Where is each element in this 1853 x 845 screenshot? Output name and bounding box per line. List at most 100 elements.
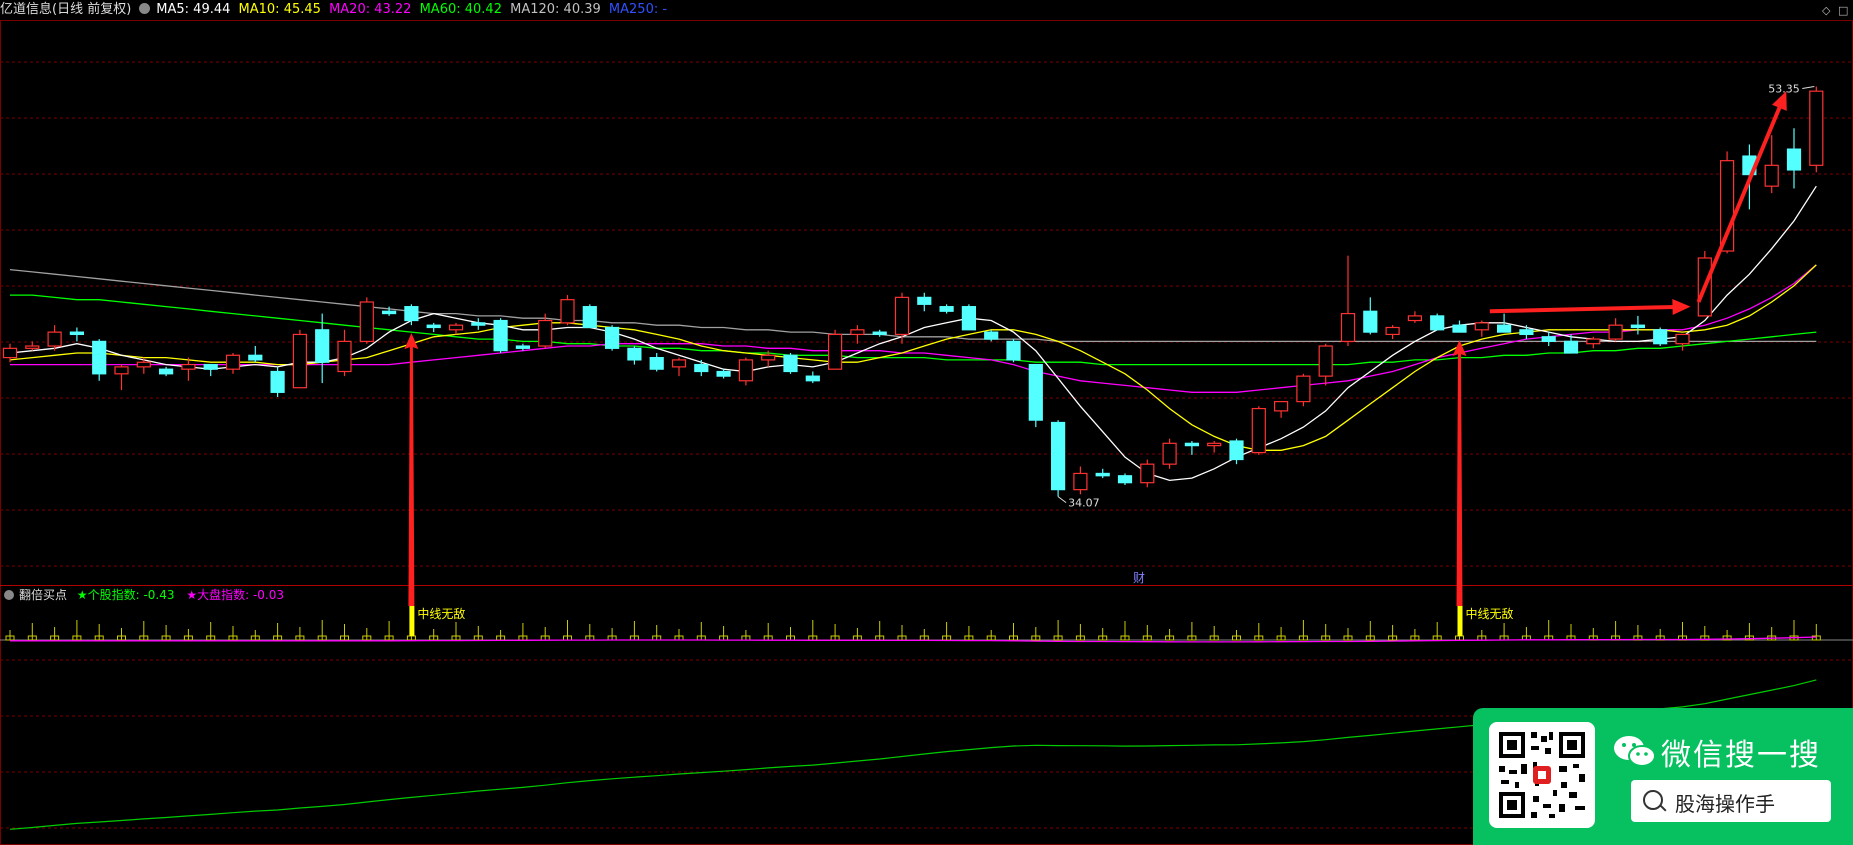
diamond-icon[interactable]: ◇ xyxy=(1822,4,1830,17)
candle-body xyxy=(69,331,85,336)
high-price-pointer xyxy=(1802,86,1815,90)
qr-code-icon xyxy=(1489,722,1595,828)
candle-body xyxy=(1229,440,1244,461)
market-index-line xyxy=(10,636,1817,643)
ma20-label: MA20: 43.22 xyxy=(329,2,412,17)
low-price-label: 34.07 xyxy=(1068,497,1100,510)
window-restore-icon[interactable]: □ xyxy=(1838,4,1848,17)
candle-body xyxy=(1630,324,1646,329)
candle-body xyxy=(1430,315,1445,331)
candle-body xyxy=(471,322,486,326)
cai-marker: 财 xyxy=(1133,571,1145,585)
stock-index-label: ★个股指数: -0.43 xyxy=(76,588,175,602)
candle-body xyxy=(25,345,40,349)
wechat-search-banner: 微信搜一搜 股海操作手 xyxy=(1473,708,1853,845)
candle-body xyxy=(292,333,307,389)
trend-arrow-flat xyxy=(1489,304,1677,314)
ma5-label: MA5: 49.44 xyxy=(156,2,231,17)
candle-body xyxy=(1563,340,1579,354)
candle-body xyxy=(315,329,330,363)
header-bar: 亿道信息(日线 前复权) MA5: 49.44 MA10: 45.45 MA20:… xyxy=(0,0,1853,20)
candle-body xyxy=(159,368,174,375)
indicator-name[interactable]: 翻倍买点 xyxy=(19,588,67,602)
candle-body xyxy=(1474,322,1489,331)
candle-body xyxy=(827,333,843,370)
candle-body xyxy=(872,331,887,336)
candle-body xyxy=(92,340,107,375)
candle-body xyxy=(47,331,62,347)
stock-title[interactable]: 亿道信息(日线 前复权) xyxy=(0,2,131,17)
candle-body xyxy=(114,366,129,375)
candle-body xyxy=(671,359,687,368)
candle-body xyxy=(1028,363,1043,421)
candle-body xyxy=(1586,338,1601,345)
candle-body xyxy=(961,306,977,331)
candle-body xyxy=(1162,442,1177,465)
candle-body xyxy=(738,359,754,382)
signal-label: 中线无敌 xyxy=(417,606,465,621)
trend-arrow-flat-head xyxy=(1672,299,1691,316)
wechat-logo-icon xyxy=(1614,736,1656,767)
candle-body xyxy=(515,345,531,349)
wechat-search-box[interactable]: 股海操作手 xyxy=(1631,780,1831,822)
buy-arrow xyxy=(404,333,419,606)
candle-body xyxy=(203,363,218,370)
candle-body xyxy=(493,319,508,352)
candle-body xyxy=(1519,329,1534,336)
candle-body xyxy=(649,357,664,370)
candle-body xyxy=(225,354,241,370)
candle-body xyxy=(248,354,263,361)
candle-body xyxy=(1385,326,1400,336)
signal-marker xyxy=(409,606,415,636)
search-icon xyxy=(1643,790,1663,810)
ma60-label: MA60: 40.42 xyxy=(419,2,502,17)
candle-body xyxy=(1251,407,1266,454)
candle-body xyxy=(1809,90,1824,166)
candle-body xyxy=(1095,472,1110,477)
candle-body xyxy=(604,326,620,349)
candle-body xyxy=(1140,463,1155,484)
candle-body xyxy=(1764,164,1779,187)
candle-body xyxy=(627,347,642,361)
signal-marker xyxy=(1457,606,1463,636)
candle-body xyxy=(359,301,374,342)
candle-body xyxy=(538,319,553,347)
settings-icon[interactable] xyxy=(139,3,151,14)
candle-body xyxy=(270,370,285,393)
candle-body xyxy=(1407,315,1423,322)
low-price-pointer xyxy=(1057,496,1067,504)
candle-body xyxy=(382,310,397,315)
candle-body xyxy=(337,340,352,373)
candle-body xyxy=(1786,148,1802,171)
candle-body xyxy=(2,347,18,359)
candle-body xyxy=(939,306,954,312)
candle-body xyxy=(1184,442,1200,447)
candle-body xyxy=(1273,401,1289,412)
candle-body xyxy=(582,306,597,329)
indicator-header: 翻倍买点 ★个股指数: -0.43 ★大盘指数: -0.03 xyxy=(0,586,284,604)
candle-body xyxy=(404,306,419,322)
ma120-label: MA120: 40.39 xyxy=(510,2,601,17)
candle-body xyxy=(560,299,575,324)
candle-body xyxy=(694,363,709,373)
candle-body xyxy=(181,363,196,370)
candle-body xyxy=(761,354,776,361)
candle-body xyxy=(1207,442,1222,447)
candle-body xyxy=(1608,324,1623,340)
candle-body xyxy=(1496,324,1512,333)
candle-body xyxy=(1452,324,1467,333)
candle-body xyxy=(1675,333,1690,345)
wechat-title-text: 微信搜一搜 xyxy=(1661,738,1821,773)
candle-body xyxy=(1117,475,1133,484)
candle-body xyxy=(716,370,731,377)
candle-body xyxy=(448,324,464,331)
candle-body xyxy=(1006,340,1021,361)
indicator-settings-icon[interactable] xyxy=(4,590,14,600)
candle-body xyxy=(1340,312,1356,342)
candle-body xyxy=(1653,329,1668,345)
candle-body xyxy=(1050,421,1066,491)
candle-body xyxy=(850,329,865,336)
candle-body xyxy=(917,296,932,305)
candle-body xyxy=(1296,375,1311,403)
candle-body xyxy=(783,354,798,373)
